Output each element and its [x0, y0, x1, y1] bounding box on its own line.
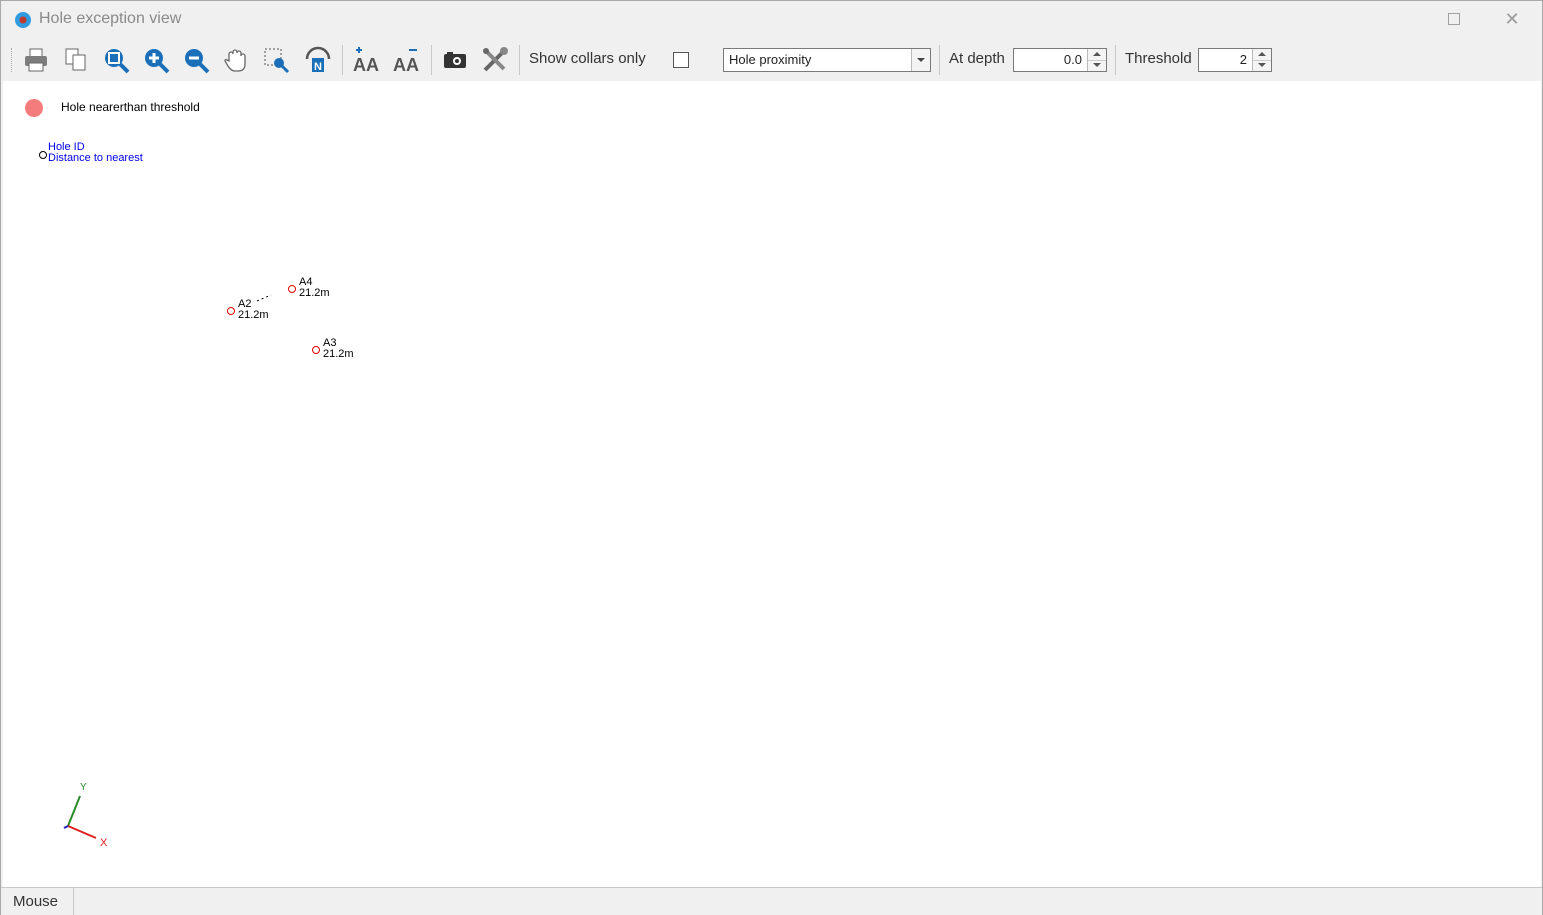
y-axis-label: Y	[80, 782, 87, 793]
hole-marker-a2[interactable]	[227, 307, 235, 315]
close-button[interactable]: ✕	[1500, 9, 1524, 29]
toolbar-separator	[342, 45, 343, 75]
hole-marker-a4[interactable]	[288, 285, 296, 293]
toolbar-separator	[939, 45, 940, 75]
settings-button[interactable]	[480, 45, 510, 75]
legend-label: Hole nearerthan threshold	[61, 100, 200, 114]
toolbar: N AA AA Show collars only Hole proximity…	[1, 39, 1542, 81]
maximize-button[interactable]	[1441, 9, 1465, 29]
decrease-font-icon: AA	[393, 49, 419, 75]
zoom-extents-button[interactable]	[101, 45, 131, 75]
pan-button[interactable]	[221, 45, 251, 75]
hole-marker-a3[interactable]	[312, 346, 320, 354]
print-icon	[25, 48, 47, 72]
connector-line	[256, 294, 272, 302]
svg-text:AA: AA	[353, 55, 379, 75]
show-collars-label: Show collars only	[529, 50, 646, 67]
zoom-extents-icon	[105, 49, 130, 74]
toolbar-separator	[1115, 45, 1116, 75]
toolbar-separator	[519, 45, 520, 75]
status-bar: Mouse	[1, 887, 1542, 915]
label-key: Hole ID Distance to nearest	[48, 142, 143, 164]
copy-button[interactable]	[61, 45, 91, 75]
mode-select-value: Hole proximity	[729, 52, 812, 67]
spin-down-icon[interactable]	[1253, 60, 1271, 71]
snapshot-button[interactable]	[440, 45, 470, 75]
increase-font-button[interactable]: AA	[351, 45, 381, 75]
key-distance: Distance to nearest	[48, 152, 143, 164]
at-depth-value: 0.0	[1063, 52, 1082, 67]
svg-text:AA: AA	[393, 55, 419, 75]
at-depth-spinner[interactable]: 0.0	[1013, 48, 1107, 72]
hole-label-a3: A3 21.2m	[323, 338, 354, 360]
zoom-window-icon	[264, 48, 290, 74]
window-title: Hole exception view	[39, 10, 182, 27]
at-depth-spin-buttons	[1087, 49, 1106, 71]
at-depth-label: At depth	[949, 50, 1005, 67]
hole-label-a4: A4 21.2m	[299, 277, 330, 299]
axis-triad-icon: Y X	[63, 782, 108, 846]
north-arrow-icon: N	[305, 46, 331, 73]
zoom-out-icon	[185, 49, 210, 74]
north-arrow-button[interactable]: N	[303, 45, 333, 75]
threshold-value: 2	[1239, 52, 1247, 67]
camera-icon	[444, 52, 466, 68]
hole-distance: 21.2m	[323, 348, 354, 360]
zoom-window-button[interactable]	[261, 45, 291, 75]
show-collars-checkbox[interactable]	[673, 52, 689, 68]
legend-swatch	[25, 99, 43, 117]
chevron-down-icon[interactable]	[911, 49, 930, 71]
toolbar-grip[interactable]	[11, 48, 15, 72]
plot-canvas[interactable]: Hole nearerthan threshold Hole ID Distan…	[3, 81, 1541, 887]
svg-text:N: N	[314, 61, 322, 73]
key-hole-marker	[39, 151, 47, 159]
zoom-in-icon	[145, 49, 170, 74]
toolbar-separator	[431, 45, 432, 75]
hole-distance: 21.2m	[299, 287, 330, 299]
threshold-label: Threshold	[1125, 50, 1192, 67]
hole-distance: 21.2m	[238, 309, 269, 321]
app-icon	[15, 12, 31, 28]
mode-select[interactable]: Hole proximity	[723, 48, 931, 72]
x-axis-label: X	[100, 837, 108, 846]
spin-down-icon[interactable]	[1088, 60, 1106, 71]
zoom-out-button[interactable]	[181, 45, 211, 75]
status-mode: Mouse	[13, 893, 59, 910]
threshold-spinner[interactable]: 2	[1198, 48, 1272, 72]
zoom-in-button[interactable]	[141, 45, 171, 75]
decrease-font-button[interactable]: AA	[391, 45, 421, 75]
title-bar: Hole exception view ✕	[1, 1, 1542, 39]
copy-icon	[65, 48, 86, 71]
hole-exception-window: Hole exception view ✕ N AA AA Show colla…	[0, 0, 1543, 915]
pan-hand-icon	[224, 49, 246, 72]
print-button[interactable]	[21, 45, 51, 75]
settings-tools-icon	[483, 47, 508, 72]
threshold-spin-buttons	[1252, 49, 1271, 71]
increase-font-icon: AA	[353, 47, 379, 75]
status-mode-cell: Mouse	[1, 888, 74, 915]
